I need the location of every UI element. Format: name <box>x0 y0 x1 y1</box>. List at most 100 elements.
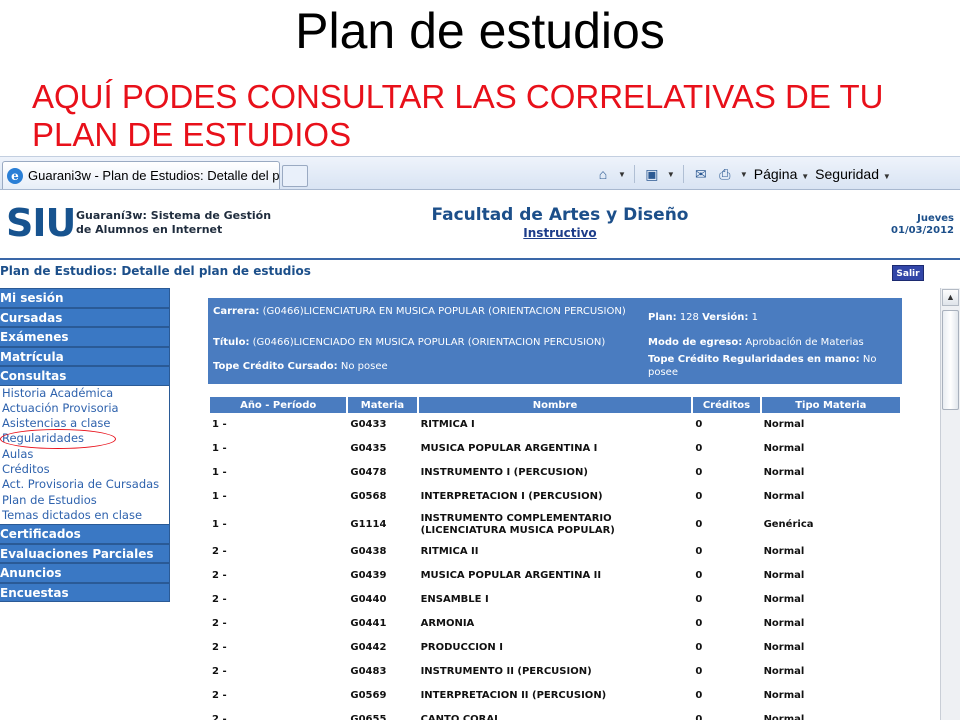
cell-nombre: INSTRUMENTO COMPLEMENTARIO (LICENCIATURA… <box>420 512 615 536</box>
tope-regularidades-field: Tope Crédito Regularidades en mano: No p… <box>648 354 877 378</box>
cell-tipo: Normal <box>763 714 805 720</box>
slide-subtitle: AQUÍ PODES CONSULTAR LAS CORRELATIVAS DE… <box>32 78 884 153</box>
cell-anio: 2 - <box>212 690 227 701</box>
vertical-scrollbar[interactable]: ▲ <box>940 288 960 720</box>
scroll-up-icon[interactable]: ▲ <box>942 289 959 306</box>
cell-materia: G0433 <box>350 419 387 430</box>
cell-creditos: 0 <box>695 618 703 629</box>
cell-nombre: INSTRUMENTO I (PERCUSION) <box>420 467 588 478</box>
plan-field: Plan: 128 Versión: 1 <box>648 312 758 323</box>
cell-nombre: RITMICA II <box>420 546 479 557</box>
cell-creditos: 0 <box>695 546 703 557</box>
cell-creditos: 0 <box>695 570 703 581</box>
cell-anio: 1 - <box>212 443 227 454</box>
cell-creditos: 0 <box>695 491 703 502</box>
app-name: Guaraní3w: Sistema de Gestión de Alumnos… <box>76 209 271 237</box>
cell-anio: 2 - <box>212 618 227 629</box>
sidebar-item-cursadas[interactable]: Cursadas <box>0 307 170 327</box>
sidebar-item-examenes[interactable]: Exámenes <box>0 327 170 347</box>
cell-materia: G0442 <box>350 642 387 653</box>
cell-anio: 1 - <box>212 467 227 478</box>
subjects-table: Año - Período Materia Nombre Créditos Ti… <box>208 397 902 720</box>
column-header: Tipo Materia <box>761 397 900 413</box>
app-name-line1: Guaraní3w: Sistema de Gestión <box>76 209 272 222</box>
table-header: Año - Período Materia Nombre Créditos Ti… <box>210 397 900 413</box>
sidebar-item-evaluaciones-parciales[interactable]: Evaluaciones Parciales <box>0 543 170 564</box>
column-header: Nombre <box>418 397 692 413</box>
toolbar-divider <box>633 165 635 183</box>
submenu-temas-dictados[interactable]: Temas dictados en clase <box>2 508 169 523</box>
toolbar-divider <box>682 165 684 183</box>
titulo-field: Título: (G0466)LICENCIADO EN MUSICA POPU… <box>213 337 606 348</box>
cell-anio: 2 - <box>212 642 227 653</box>
tope-cursado-field: Tope Crédito Cursado: No posee <box>213 361 388 372</box>
cell-materia: G0440 <box>350 594 387 605</box>
cell-creditos: 0 <box>695 690 703 701</box>
table-row: 1 - G0478 INSTRUMENTO I (PERCUSION) 0 Normal <box>210 461 900 485</box>
cell-nombre: PRODUCCION I <box>420 642 503 653</box>
cell-creditos: 0 <box>695 594 703 605</box>
current-date: Jueves 01/03/2012 <box>891 213 954 237</box>
app-name-line2: de Alumnos en Internet <box>76 223 223 236</box>
security-menu[interactable]: Seguridad ▼ <box>815 166 891 182</box>
home-icon[interactable]: ⌂ <box>594 165 612 183</box>
current-date-value: 01/03/2012 <box>891 225 954 236</box>
cell-anio: 1 - <box>212 419 227 430</box>
table-row: 1 - G0433 RITMICA I 0 Normal <box>210 413 900 437</box>
cell-anio: 2 - <box>212 594 227 605</box>
browser-toolbar: e Guarani3w - Plan de Estudios: Detalle … <box>0 156 960 190</box>
cell-materia: G0478 <box>350 467 387 478</box>
browser-tab[interactable]: e Guarani3w - Plan de Estudios: Detalle … <box>2 161 280 189</box>
page-heading-bar: Plan de Estudios: Detalle del plan de es… <box>0 258 960 284</box>
cell-materia: G0655 <box>350 714 387 720</box>
egreso-field: Modo de egreso: Aprobación de Materias <box>648 337 864 348</box>
print-icon[interactable]: ⎙ <box>716 165 734 183</box>
chevron-down-icon[interactable]: ▼ <box>618 170 626 179</box>
cell-tipo: Normal <box>763 690 805 701</box>
cell-anio: 2 - <box>212 570 227 581</box>
scroll-thumb[interactable] <box>942 310 959 410</box>
new-tab-button[interactable] <box>282 165 308 187</box>
page-menu[interactable]: Página ▼ <box>754 166 809 182</box>
plan-info-panel: Carrera: (G0466)LICENCIATURA EN MUSICA P… <box>208 298 902 384</box>
sidebar-item-mi-sesion[interactable]: Mi sesión <box>0 288 170 308</box>
column-header: Año - Período <box>210 397 347 413</box>
cell-nombre: RITMICA I <box>420 419 475 430</box>
cell-materia: G1114 <box>350 518 387 530</box>
ie-icon: e <box>7 167 23 184</box>
sidebar-item-consultas[interactable]: Consultas <box>0 366 170 386</box>
sidebar-item-certificados[interactable]: Certificados <box>0 524 170 544</box>
table-row: 2 - G0569 INTERPRETACION II (PERCUSION) 0 No… <box>210 684 900 708</box>
cell-creditos: 0 <box>695 714 703 720</box>
current-day: Jueves <box>917 213 954 224</box>
table-row: 2 - G0655 CANTO CORAL 0 Normal <box>210 708 900 720</box>
table-row: 2 - G0440 ENSAMBLE I 0 Normal <box>210 588 900 612</box>
sidebar-item-matricula[interactable]: Matrícula <box>0 346 170 366</box>
carrera-field: Carrera: (G0466)LICENCIATURA EN MUSICA P… <box>213 306 626 317</box>
sidebar-item-encuestas[interactable]: Encuestas <box>0 582 170 603</box>
logout-button[interactable]: Salir <box>892 265 924 281</box>
cell-creditos: 0 <box>695 666 703 677</box>
submenu-historia-academica[interactable]: Historia Académica <box>2 386 169 401</box>
table-row: 2 - G0442 PRODUCCION I 0 Normal <box>210 636 900 660</box>
table-row: 2 - G0441 ARMONIA 0 Normal <box>210 612 900 636</box>
submenu-act-provisoria-cursadas[interactable]: Act. Provisoria de Cursadas <box>2 477 169 492</box>
chevron-down-icon[interactable]: ▼ <box>667 170 675 179</box>
feeds-icon[interactable]: ▣ <box>643 165 661 183</box>
submenu-asistencias[interactable]: Asistencias a clase <box>2 416 169 431</box>
table-row: 1 - G0435 MUSICA POPULAR ARGENTINA I 0 Norma… <box>210 437 900 461</box>
cell-tipo: Normal <box>763 642 805 653</box>
command-bar: ⌂ ▼ ▣ ▼ ✉ ⎙ ▼ Página ▼ Seguridad ▼ <box>594 162 891 186</box>
chevron-down-icon[interactable]: ▼ <box>740 170 748 179</box>
submenu-actuacion-provisoria[interactable]: Actuación Provisoria <box>2 401 169 416</box>
mail-icon[interactable]: ✉ <box>692 165 710 183</box>
faculty-name: Facultad de Artes y Diseño <box>431 205 689 225</box>
submenu-creditos[interactable]: Créditos <box>2 462 169 477</box>
submenu-aulas[interactable]: Aulas <box>2 447 169 462</box>
instructivo-link[interactable]: Instructivo <box>380 226 740 240</box>
sidebar-item-anuncios[interactable]: Anuncios <box>0 563 170 583</box>
cell-tipo: Normal <box>763 546 805 557</box>
table-row: 2 - G0438 RITMICA II 0 Normal <box>210 540 900 564</box>
cell-materia: G0435 <box>350 443 387 454</box>
submenu-plan-de-estudios[interactable]: Plan de Estudios <box>2 493 169 508</box>
